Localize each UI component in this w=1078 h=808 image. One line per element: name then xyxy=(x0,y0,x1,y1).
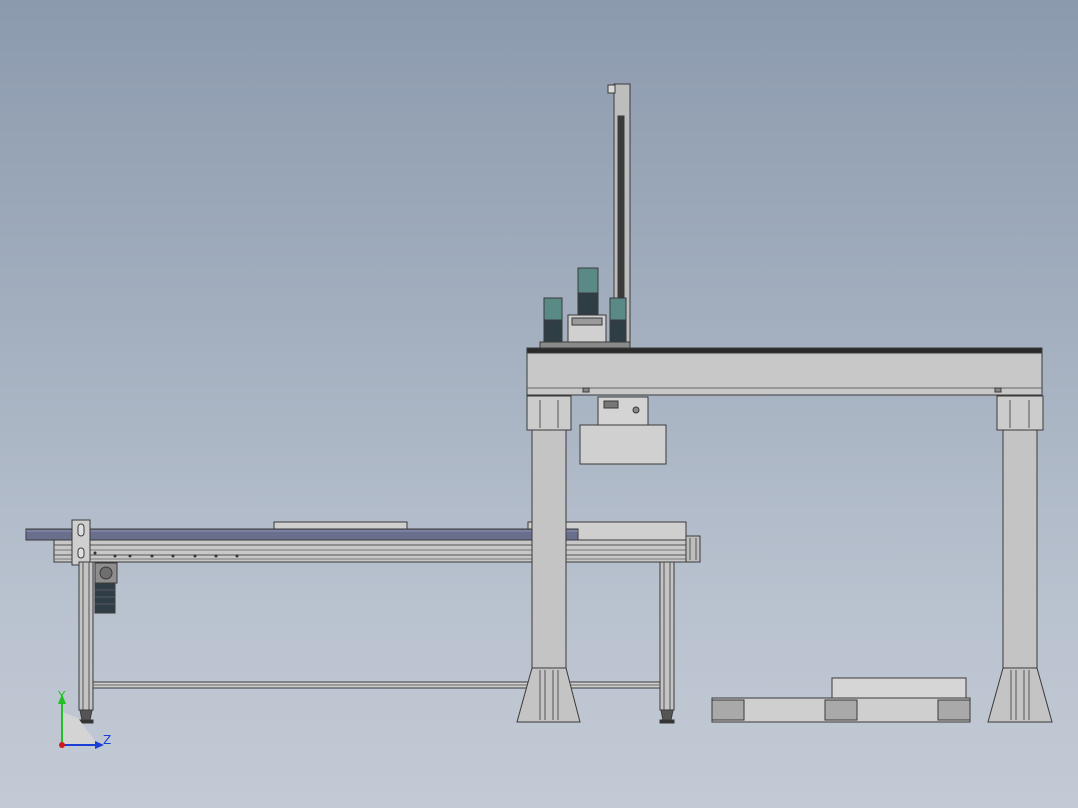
servo-motor-2 xyxy=(577,267,599,294)
gantry-column-left xyxy=(531,395,567,669)
cad-model-scene[interactable]: Y Z xyxy=(0,0,1078,808)
gantry-frame[interactable] xyxy=(516,83,1053,723)
gantry-foot-left xyxy=(516,667,581,723)
cad-3d-viewport[interactable]: Y Z xyxy=(0,0,1078,808)
conveyor-drive-motor xyxy=(94,562,118,614)
conveyor-product-box xyxy=(273,521,408,530)
gantry-foot-right xyxy=(987,667,1053,723)
conveyor-leg-right xyxy=(659,561,675,711)
gantry-beam xyxy=(526,352,1043,396)
triad-z-label: Z xyxy=(103,733,111,747)
belt-conveyor[interactable] xyxy=(25,519,701,724)
conveyor-leg-left xyxy=(78,561,94,711)
gantry-gripper xyxy=(579,396,667,465)
servo-motor-1 xyxy=(543,297,563,321)
triad-y-label: Y xyxy=(57,689,66,703)
pallet xyxy=(711,677,971,723)
servo-motor-3 xyxy=(609,297,627,321)
gantry-column-right xyxy=(1002,395,1038,669)
